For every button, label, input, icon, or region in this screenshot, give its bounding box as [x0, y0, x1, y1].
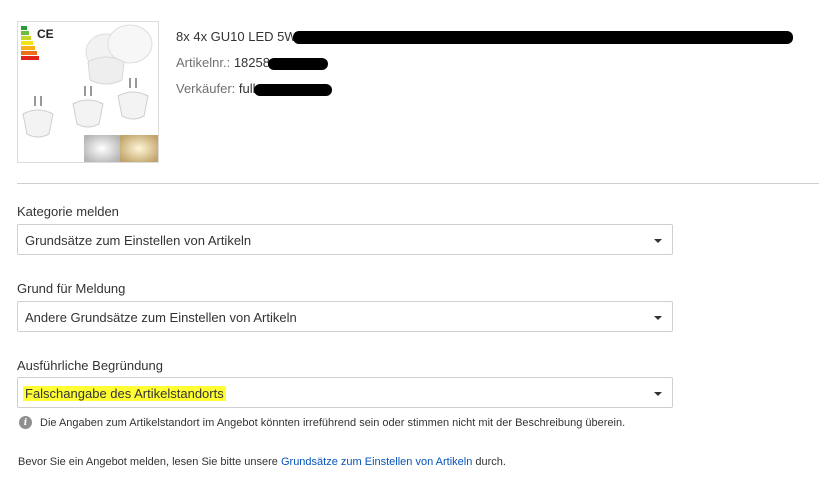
highlighted-text: Falschangabe des Artikelstandorts	[23, 386, 226, 401]
seller-label: Verkäufer:	[176, 81, 236, 96]
category-select[interactable]: Grundsätze zum Einstellen von Artikeln	[17, 224, 673, 255]
chevron-down-icon	[654, 392, 662, 396]
chevron-down-icon	[654, 239, 662, 243]
detail-select-value: Falschangabe des Artikelstandorts	[23, 386, 226, 401]
policy-note-suffix: durch.	[475, 456, 506, 468]
category-select-value: Grundsätze zum Einstellen von Artikeln	[25, 233, 252, 248]
redaction-mark	[292, 31, 793, 45]
reason-select[interactable]: Andere Grundsätze zum Einstellen von Art…	[17, 301, 673, 332]
policy-link[interactable]: Grundsätze zum Einstellen von Artikeln	[281, 456, 472, 468]
category-label: Kategorie melden	[17, 204, 119, 219]
article-number-row: Artikelnr.: 18258	[176, 50, 793, 76]
seller-row: Verkäufer: full	[176, 76, 793, 102]
article-number-label: Artikelnr.:	[176, 55, 231, 70]
info-icon: i	[19, 416, 32, 429]
detail-label: Ausführliche Begründung	[17, 358, 163, 373]
redaction-mark	[253, 83, 332, 96]
product-info: 8x 4x GU10 LED 5W Artikelnr.: 18258 Verk…	[176, 24, 793, 102]
reason-label: Grund für Meldung	[17, 281, 126, 296]
section-divider	[17, 183, 819, 184]
led-bulb-product-image: CE	[21, 24, 158, 162]
info-text: Die Angaben zum Artikelstandort im Angeb…	[40, 416, 626, 429]
product-thumbnail[interactable]: CE	[17, 21, 159, 163]
policy-note-prefix: Bevor Sie ein Angebot melden, lesen Sie …	[18, 456, 278, 468]
article-number-value: 18258	[233, 55, 270, 70]
info-message: i Die Angaben zum Artikelstandort im Ang…	[19, 416, 625, 429]
product-title: 8x 4x GU10 LED 5W	[176, 24, 793, 50]
seller-value[interactable]: full	[239, 81, 256, 96]
chevron-down-icon	[654, 316, 662, 320]
ce-mark: CE	[37, 27, 54, 41]
detail-select[interactable]: Falschangabe des Artikelstandorts	[17, 377, 673, 408]
policy-note: Bevor Sie ein Angebot melden, lesen Sie …	[18, 456, 506, 468]
redaction-mark	[267, 57, 328, 70]
reason-select-value: Andere Grundsätze zum Einstellen von Art…	[25, 310, 297, 325]
